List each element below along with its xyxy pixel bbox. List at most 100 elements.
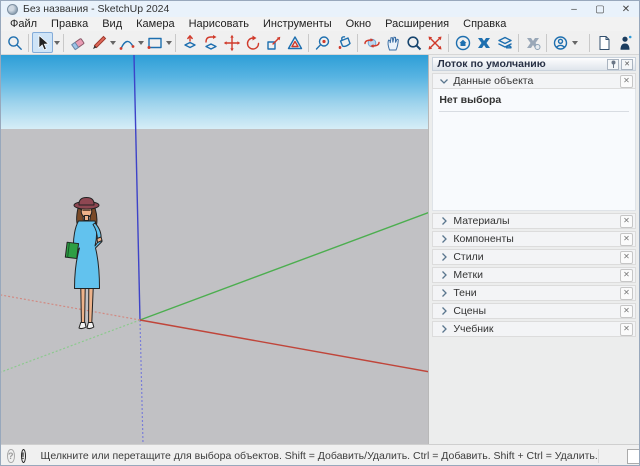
menu-view[interactable]: Вид (95, 17, 129, 31)
tray-pin-button[interactable] (607, 59, 619, 70)
close-button[interactable]: ✕ (613, 1, 639, 17)
rotate-tool-button[interactable] (242, 32, 263, 53)
scale-figure-person[interactable] (61, 196, 113, 332)
pin-icon (610, 60, 617, 68)
minimize-button[interactable]: – (561, 1, 587, 17)
orbit-icon (363, 34, 381, 52)
eraser-icon (69, 34, 87, 52)
pan-tool-button[interactable] (382, 32, 403, 53)
menu-help[interactable]: Справка (456, 17, 513, 31)
tray-section-tags[interactable]: Метки ✕ (432, 267, 636, 283)
tray-section-shadows[interactable]: Тени ✕ (432, 285, 636, 301)
push-pull-tool-button[interactable] (179, 32, 200, 53)
model-viewport[interactable] (1, 55, 429, 444)
menu-extensions[interactable]: Расширения (378, 17, 456, 31)
orbit-tool-button[interactable] (361, 32, 382, 53)
chevron-down-icon (572, 41, 578, 45)
person-icon (616, 34, 634, 52)
toolbar-separator (175, 34, 176, 52)
zoom-tool-button[interactable] (403, 32, 424, 53)
chevron-right-icon (438, 287, 450, 299)
search-tool-button[interactable] (4, 32, 25, 53)
geolocation-help-icon[interactable]: ? (7, 449, 15, 463)
toolbar-separator (63, 34, 64, 52)
eraser-tool-button[interactable] (67, 32, 88, 53)
chevron-down-icon (54, 41, 60, 45)
tray-section-scenes[interactable]: Сцены ✕ (432, 303, 636, 319)
section-label: Тени (453, 287, 620, 299)
new-document-button[interactable] (593, 32, 614, 53)
section-label: Стили (453, 251, 620, 263)
section-close-button[interactable]: ✕ (620, 323, 633, 336)
follow-me-tool-button[interactable] (200, 32, 221, 53)
line-tool-button[interactable] (88, 32, 109, 53)
measurements-input[interactable] (627, 449, 640, 464)
info-icon[interactable]: ! (21, 449, 26, 463)
arc-dropdown[interactable] (137, 32, 144, 53)
menu-window[interactable]: Окно (339, 17, 379, 31)
chevron-right-icon (438, 215, 450, 227)
section-close-button[interactable]: ✕ (620, 251, 633, 264)
sign-in-dropdown[interactable] (571, 32, 578, 53)
toolbar-separator (448, 34, 449, 52)
toolbar-separator (518, 34, 519, 52)
menu-tools[interactable]: Инструменты (256, 17, 339, 31)
paint-bucket-icon (335, 34, 353, 52)
tape-measure-tool-button[interactable] (312, 32, 333, 53)
select-tool-button[interactable] (32, 32, 53, 53)
tray-section-instructor[interactable]: Учебник ✕ (432, 321, 636, 337)
section-label: Сцены (453, 305, 620, 317)
arc-tool-button[interactable] (116, 32, 137, 53)
divider (439, 111, 629, 112)
menu-draw[interactable]: Нарисовать (182, 17, 256, 31)
status-bar: ? ! Щелкните или перетащите для выбора о… (1, 444, 639, 466)
entity-info-header[interactable]: Данные объекта ✕ (432, 73, 636, 89)
extension-manager-button[interactable] (522, 32, 543, 53)
add-location-icon (496, 34, 514, 52)
extension-warehouse-button[interactable] (473, 32, 494, 53)
rectangle-tool-button[interactable] (144, 32, 165, 53)
toolbar-separator (357, 34, 358, 52)
rectangle-dropdown[interactable] (165, 32, 172, 53)
tray-close-button[interactable]: ✕ (621, 59, 633, 70)
tray-header[interactable]: Лоток по умолчанию ✕ (432, 57, 636, 71)
line-dropdown[interactable] (109, 32, 116, 53)
add-location-button[interactable] (494, 32, 515, 53)
sign-in-button[interactable] (550, 32, 571, 53)
extension-warehouse-icon (475, 34, 493, 52)
scale-tool-button[interactable] (263, 32, 284, 53)
entity-info-content: Нет выбора (432, 89, 636, 211)
menu-camera[interactable]: Камера (129, 17, 181, 31)
paint-bucket-tool-button[interactable] (333, 32, 354, 53)
menu-file[interactable]: Файл (3, 17, 44, 31)
select-dropdown[interactable] (53, 32, 60, 53)
menu-edit[interactable]: Правка (44, 17, 95, 31)
maximize-button[interactable]: ▢ (587, 1, 613, 17)
chevron-down-icon (166, 41, 172, 45)
tray-title: Лоток по умолчанию (437, 58, 605, 70)
section-label: Метки (453, 269, 620, 281)
move-tool-button[interactable] (221, 32, 242, 53)
offset-tool-button[interactable] (284, 32, 305, 53)
tray-section-components[interactable]: Компоненты ✕ (432, 231, 636, 247)
person-button[interactable] (614, 32, 635, 53)
section-close-button[interactable]: ✕ (620, 233, 633, 246)
section-close-button[interactable]: ✕ (620, 287, 633, 300)
tray-section-materials[interactable]: Материалы ✕ (432, 213, 636, 229)
toolbar-separator (28, 34, 29, 52)
section-close-button[interactable]: ✕ (620, 305, 633, 318)
3d-warehouse-button[interactable] (452, 32, 473, 53)
status-hint-text: Щелкните или перетащите для выбора объек… (41, 450, 598, 462)
new-document-icon (595, 34, 613, 52)
sketchup-logo-icon (7, 4, 18, 15)
section-close-button[interactable]: ✕ (620, 215, 633, 228)
section-label: Материалы (453, 215, 620, 227)
getting-started-toolbar (1, 31, 639, 55)
title-bar: Без названия - SketchUp 2024 – ▢ ✕ (1, 1, 639, 17)
chevron-right-icon (438, 251, 450, 263)
tray-section-styles[interactable]: Стили ✕ (432, 249, 636, 265)
section-close-button[interactable]: ✕ (620, 269, 633, 282)
zoom-extents-button[interactable] (424, 32, 445, 53)
zoom-extents-icon (426, 34, 444, 52)
entity-info-close-button[interactable]: ✕ (620, 75, 633, 88)
